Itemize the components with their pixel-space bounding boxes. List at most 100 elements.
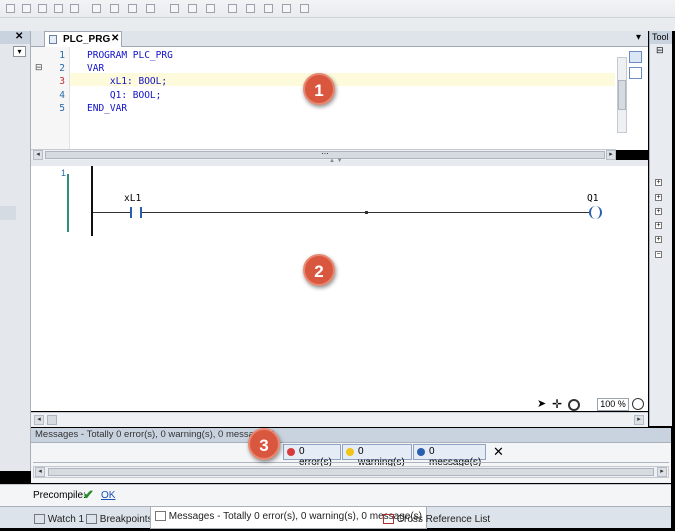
rung-wire bbox=[93, 212, 130, 213]
precompile-bar: Precompile: ✔ OK bbox=[0, 484, 671, 507]
ladder-hscrollbar[interactable]: ◂ ▸ bbox=[31, 412, 648, 427]
code-line: 5 END_VAR bbox=[31, 102, 591, 115]
ladder-editor[interactable]: 1 xL1 Q1 ➤ ✛ 100 % bbox=[31, 166, 648, 411]
toolbar-icon[interactable] bbox=[92, 4, 101, 13]
pan-tool[interactable]: ✛ bbox=[552, 398, 564, 410]
toolbar-icon[interactable] bbox=[228, 4, 237, 13]
scroll-right-button[interactable]: ▸ bbox=[634, 415, 644, 425]
tab-list-dropdown[interactable]: ▾ bbox=[636, 32, 641, 43]
document-icon bbox=[49, 35, 57, 44]
left-power-rail bbox=[91, 166, 93, 236]
vertical-scrollbar[interactable] bbox=[617, 57, 627, 133]
scroll-left-button[interactable]: ◂ bbox=[34, 415, 44, 425]
rung-midpoint bbox=[365, 211, 368, 214]
tab-watch-1[interactable]: Watch 1 bbox=[34, 510, 84, 530]
toolbar-icon[interactable] bbox=[38, 4, 47, 13]
tab-breakpoints[interactable]: Breakpoints bbox=[86, 510, 153, 530]
messages-hscrollbar[interactable]: ◂ ▸ bbox=[33, 466, 669, 478]
code-text: xL1: BOOL; bbox=[87, 76, 168, 88]
expand-icon[interactable]: + bbox=[655, 179, 662, 186]
code-text: END_VAR bbox=[87, 102, 128, 114]
toolbar-icon[interactable] bbox=[282, 4, 291, 13]
error-icon bbox=[287, 448, 295, 456]
expand-icon[interactable]: + bbox=[655, 208, 662, 215]
toolbar-icon[interactable] bbox=[206, 4, 215, 13]
toolbar-icon[interactable] bbox=[54, 4, 63, 13]
clear-messages-icon[interactable]: ✕ bbox=[493, 444, 504, 460]
message-filter-button[interactable]: 0 message(s) bbox=[413, 444, 486, 468]
zoom-fit-icon[interactable] bbox=[632, 398, 644, 410]
code-text: VAR bbox=[87, 63, 105, 75]
left-panel: ✕ ▾ bbox=[0, 31, 31, 471]
collapse-icon[interactable]: − bbox=[655, 251, 662, 258]
splitter-arrows-icon[interactable]: ▲ ▼ bbox=[329, 158, 343, 164]
right-panel: Tool ⊟ + + + + + − bbox=[649, 31, 672, 426]
toolbar-icon[interactable] bbox=[300, 4, 309, 13]
warning-count: 0 warning(s) bbox=[358, 446, 405, 468]
expand-icon[interactable]: + bbox=[655, 236, 662, 243]
expand-icon[interactable]: + bbox=[655, 194, 662, 201]
scrollbar-thumb[interactable] bbox=[48, 468, 654, 476]
code-text: Q1: BOOL; bbox=[87, 89, 162, 101]
scroll-right-button[interactable]: ▸ bbox=[657, 467, 667, 477]
toolbar-icon[interactable] bbox=[146, 4, 155, 13]
precompile-status-link[interactable]: OK bbox=[101, 490, 115, 501]
contact-label: xL1 bbox=[124, 193, 142, 204]
tab-cross-reference-list[interactable]: Cross Reference List bbox=[383, 510, 490, 530]
editor-tab-strip bbox=[31, 31, 648, 47]
toolbar-icon[interactable] bbox=[110, 4, 119, 13]
coil-q1[interactable] bbox=[589, 206, 602, 219]
scrollbar-thumb[interactable] bbox=[618, 80, 626, 110]
network-number: 1 bbox=[61, 168, 67, 178]
declaration-view-toggle[interactable] bbox=[629, 51, 642, 63]
callout-1: 1 bbox=[303, 73, 335, 105]
close-icon[interactable]: ✕ bbox=[111, 33, 119, 44]
right-panel-header: Tool bbox=[650, 31, 672, 44]
warning-filter-button[interactable]: 0 warning(s) bbox=[342, 444, 412, 468]
callout-3: 3 bbox=[248, 428, 280, 460]
collapse-icon[interactable]: ⊟ bbox=[656, 45, 664, 56]
toolbar-icon[interactable] bbox=[246, 4, 255, 13]
tab-label: PLC_PRG bbox=[63, 34, 111, 45]
checkmark-icon: ✔ bbox=[83, 487, 94, 502]
magnifier-icon[interactable] bbox=[568, 399, 580, 411]
messages-title: Messages - Totally 0 error(s), 0 warning… bbox=[35, 429, 276, 440]
scrollbar-thumb[interactable] bbox=[47, 415, 57, 425]
line-number: 1 bbox=[59, 50, 65, 61]
grip-icon: ⋯ bbox=[321, 151, 329, 158]
tabular-view-toggle[interactable] bbox=[629, 67, 642, 79]
right-panel-title: Tool bbox=[652, 32, 669, 42]
toolbar-icon[interactable] bbox=[6, 4, 15, 13]
bottom-tab-bar: Watch 1 Breakpoints Messages - Totally 0… bbox=[0, 506, 671, 530]
scroll-left-button[interactable]: ◂ bbox=[35, 467, 45, 477]
tab-plc-prg[interactable]: PLC_PRG ✕ bbox=[44, 31, 122, 47]
warning-icon bbox=[346, 448, 354, 456]
pointer-tool[interactable]: ➤ bbox=[537, 398, 549, 410]
scrollbar-thumb[interactable]: ⋯ bbox=[45, 151, 605, 159]
cross-reference-icon bbox=[383, 514, 394, 525]
message-count: 0 message(s) bbox=[429, 446, 481, 468]
left-panel-dropdown[interactable]: ▾ bbox=[13, 46, 26, 57]
declaration-editor[interactable]: ⊟ 1 PROGRAM PLC_PRG 2 VAR 3 xL1: BOOL; 4 Q… bbox=[31, 47, 648, 150]
close-icon[interactable]: ✕ bbox=[15, 31, 23, 42]
error-filter-button[interactable]: 0 error(s) bbox=[283, 444, 341, 468]
zoom-level-field[interactable]: 100 % bbox=[597, 398, 629, 411]
code-line: 2 VAR bbox=[31, 62, 591, 75]
main-toolbar bbox=[0, 0, 675, 31]
callout-2: 2 bbox=[303, 254, 335, 286]
zoom-level: 100 % bbox=[600, 399, 626, 409]
toolbar-icon[interactable] bbox=[22, 4, 31, 13]
toolbar-icon[interactable] bbox=[128, 4, 137, 13]
scroll-left-button[interactable]: ◂ bbox=[33, 150, 43, 160]
expand-icon[interactable]: + bbox=[655, 222, 662, 229]
messages-list bbox=[33, 462, 669, 463]
toolbar-icon[interactable] bbox=[188, 4, 197, 13]
toolbar-icon[interactable] bbox=[170, 4, 179, 13]
precompile-label: Precompile: bbox=[33, 490, 86, 501]
toolbar-icon[interactable] bbox=[264, 4, 273, 13]
contact-xl1[interactable] bbox=[130, 207, 142, 218]
code-text: PROGRAM PLC_PRG bbox=[87, 50, 173, 61]
scroll-right-button[interactable]: ▸ bbox=[606, 150, 616, 160]
toolbar-icon[interactable] bbox=[70, 4, 79, 13]
breakpoints-icon bbox=[86, 514, 97, 525]
